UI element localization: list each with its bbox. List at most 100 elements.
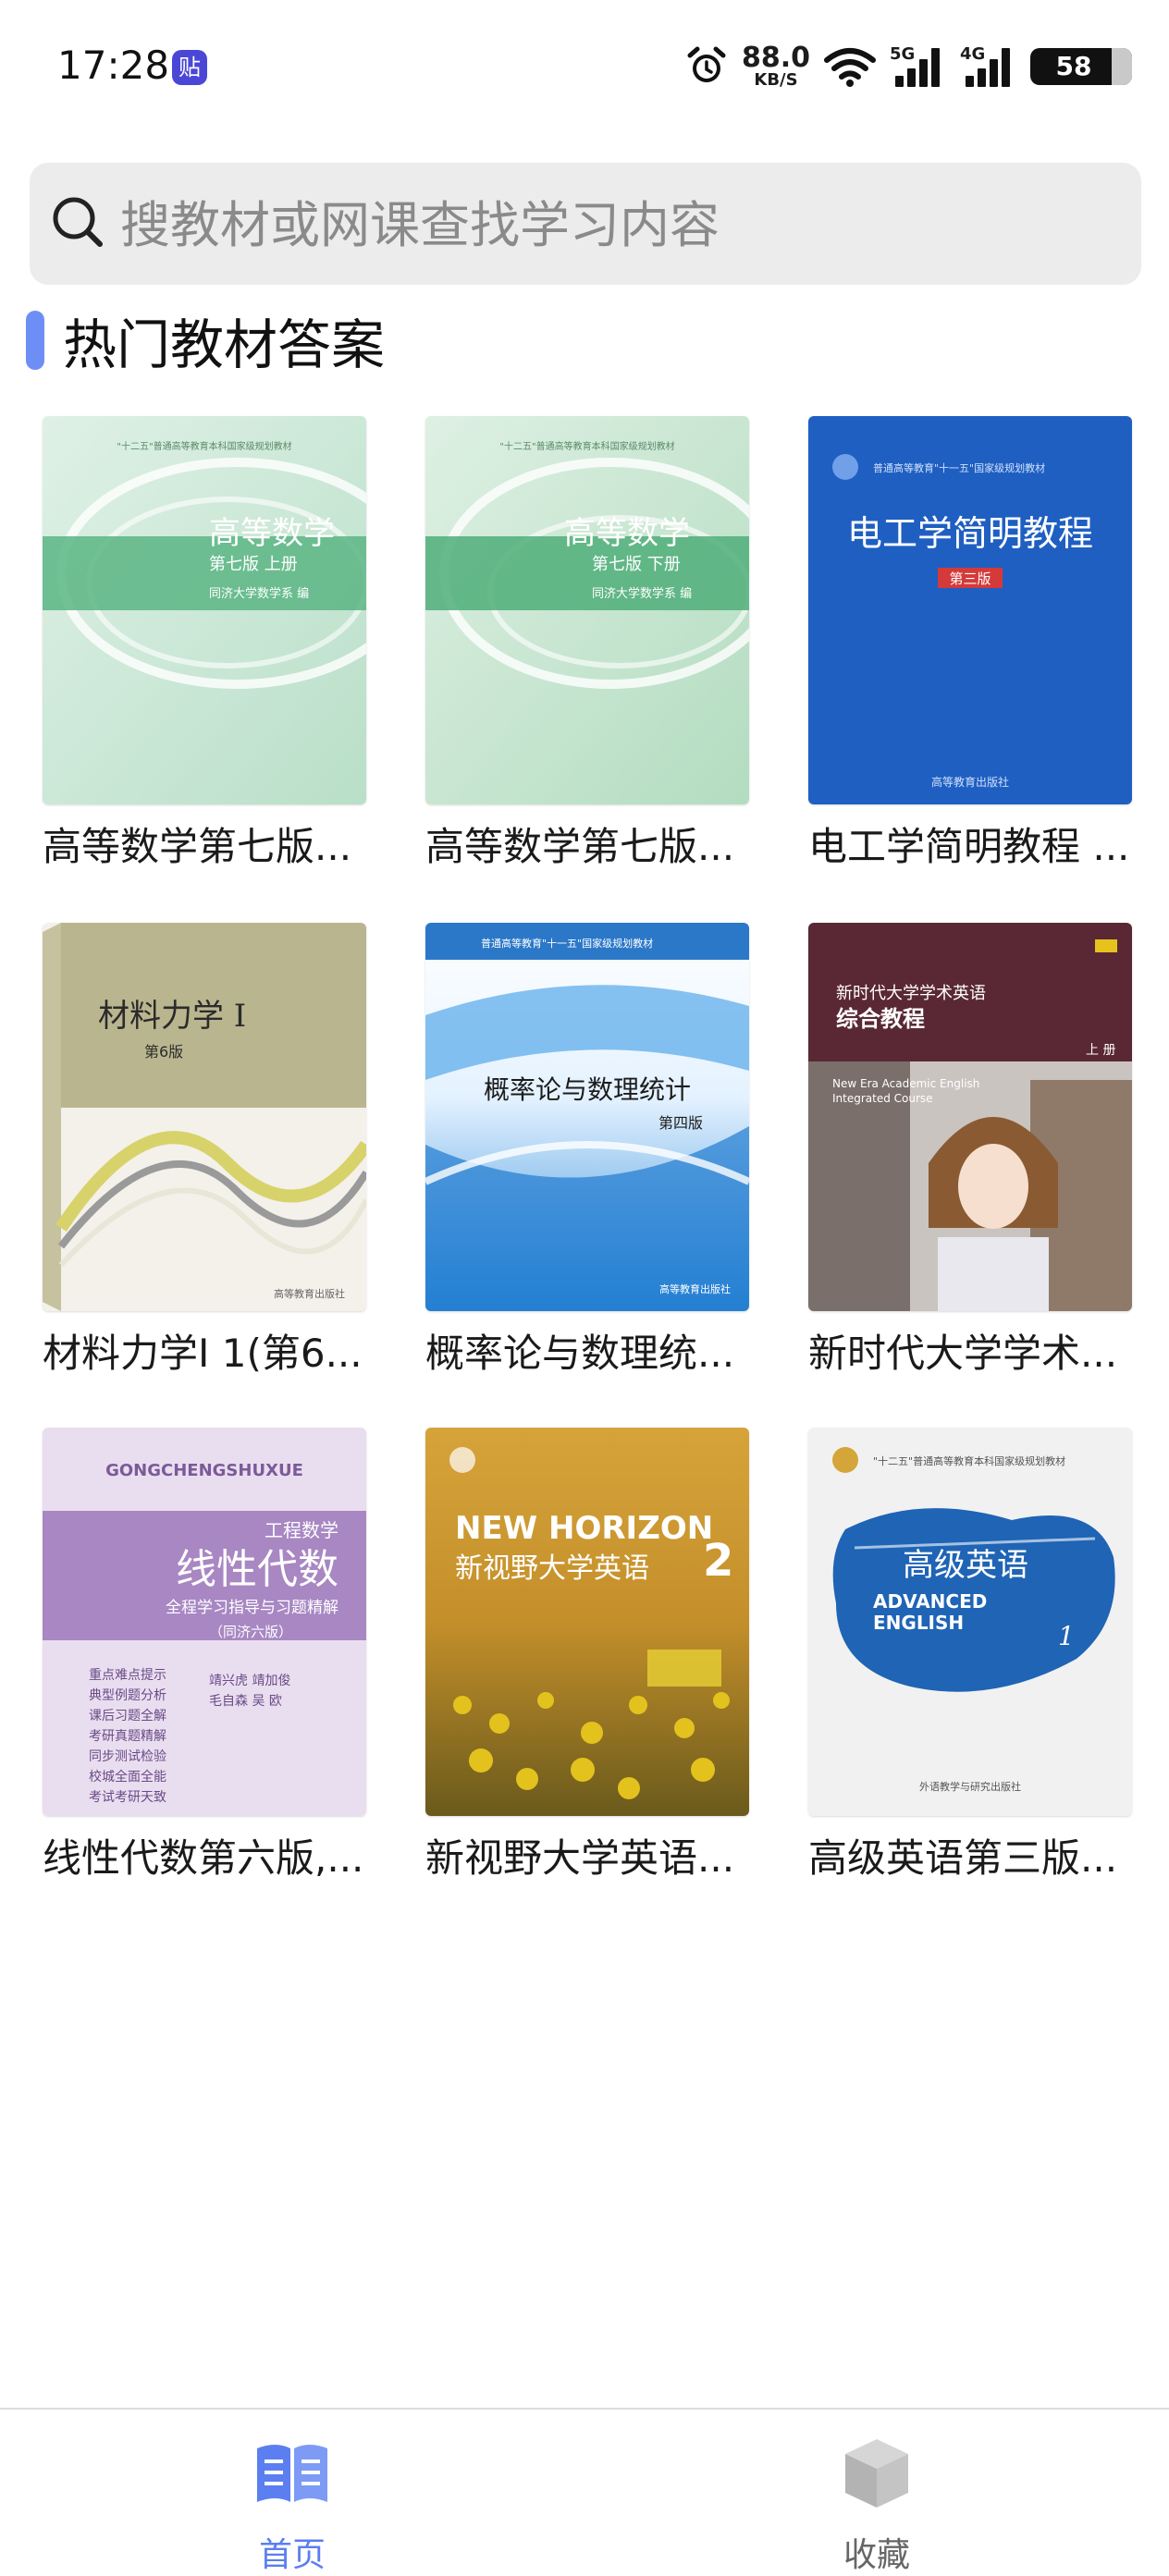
status-icons: 88.0 KB/S 5G 4G 58 xyxy=(684,41,1132,92)
search-icon xyxy=(53,197,103,247)
book-cover: 新时代大学学术英语 综合教程 上 册 New Era Academic Engl… xyxy=(808,923,1132,1311)
book-card[interactable]: "十二五"普通高等教育本科国家级规划教材 高等数学 第七版 上册 同济大学数学系… xyxy=(43,416,366,872)
signal-5g-label: 5G xyxy=(890,44,916,64)
book-title: 新时代大学学术... xyxy=(808,1331,1118,1376)
book-title: 新视野大学英语... xyxy=(425,1835,735,1881)
book-card[interactable]: 新时代大学学术英语 综合教程 上 册 New Era Academic Engl… xyxy=(808,923,1132,1379)
network-speed: 88.0 KB/S xyxy=(742,44,810,89)
network-speed-value: 88.0 xyxy=(741,42,810,74)
book-cover: NEW HORIZON 新视野大学英语 2 xyxy=(425,1428,749,1816)
book-cover: 材料力学 I 第6版 高等教育出版社 xyxy=(43,923,366,1311)
svg-text:高等教育出版社: 高等教育出版社 xyxy=(931,775,1009,789)
svg-text:"十二五"普通高等教育本科国家级规划教材: "十二五"普通高等教育本科国家级规划教材 xyxy=(117,440,291,452)
cover-english-title: NEW HORIZON xyxy=(455,1510,713,1547)
cover-author: 同济大学数学系 编 xyxy=(209,586,309,601)
cover-title: 电工学简明教程 xyxy=(847,513,1093,554)
cover-edition: 第七版 下册 xyxy=(592,555,681,574)
svg-text:课后习题全解: 课后习题全解 xyxy=(89,1708,166,1723)
book-cover: 普通高等教育"十一五"国家级规划教材 电工学简明教程 第三版 高等教育出版社 xyxy=(808,416,1132,804)
signal-4g-icon: 4G xyxy=(960,44,1017,89)
notification-badge-icon: 贴 xyxy=(172,50,207,85)
book-card[interactable]: 普通高等教育"十一五"国家级规划教材 概率论与数理统计 第四版 高等教育出版社 … xyxy=(425,923,749,1379)
cover-volume: 1 xyxy=(1058,1621,1075,1651)
cover-title: 材料力学 I xyxy=(98,998,246,1035)
cover-title: 概率论与数理统计 xyxy=(484,1074,691,1105)
svg-text:高等教育出版社: 高等教育出版社 xyxy=(274,1287,345,1300)
book-title: 高等数学第七版... xyxy=(43,824,352,869)
book-title: 高等数学第七版... xyxy=(425,824,735,869)
cover-author: 同济大学数学系 编 xyxy=(592,586,692,601)
cover-series: 工程数学 xyxy=(265,1519,338,1541)
cover-english-subtitle: Integrated Course xyxy=(832,1092,933,1105)
book-title: 概率论与数理统... xyxy=(425,1331,735,1376)
svg-text:普通高等教育"十一五"国家级规划教材: 普通高等教育"十一五"国家级规划教材 xyxy=(481,937,653,950)
book-cover: 普通高等教育"十一五"国家级规划教材 概率论与数理统计 第四版 高等教育出版社 xyxy=(425,923,749,1311)
cover-edition: 第6版 xyxy=(144,1043,183,1061)
book-card[interactable]: "十二五"普通高等教育本科国家级规划教材 高等数学 第七版 下册 同济大学数学系… xyxy=(425,416,749,872)
cover-title: 新时代大学学术英语 xyxy=(836,984,986,1003)
svg-text:"十二五"普通高等教育本科国家级规划教材: "十二五"普通高等教育本科国家级规划教材 xyxy=(499,440,674,452)
cover-english-subtitle: ENGLISH xyxy=(873,1612,964,1634)
cover-edition: 第四版 xyxy=(658,1114,703,1132)
box-icon xyxy=(845,2439,908,2508)
battery-icon: 58 xyxy=(1030,48,1132,85)
book-cover: "十二五"普通高等教育本科国家级规划教材 高等数学 第七版 上册 同济大学数学系… xyxy=(43,416,366,804)
book-card[interactable]: 普通高等教育"十一五"国家级规划教材 电工学简明教程 第三版 高等教育出版社 电… xyxy=(808,416,1132,872)
signal-5g-icon: 5G xyxy=(890,44,947,89)
status-time: 17:28 xyxy=(57,43,170,88)
cover-pinyin: GONGCHENGSHUXUE xyxy=(105,1461,303,1480)
book-card[interactable]: NEW HORIZON 新视野大学英语 2 新视野大学英语... xyxy=(425,1428,749,1883)
book-card[interactable]: GONGCHENGSHUXUE 工程数学 线性代数 全程学习指导与习题精解 （同… xyxy=(43,1428,366,1883)
cover-edition: （同济六版） xyxy=(209,1624,292,1640)
svg-text:典型例题分析: 典型例题分析 xyxy=(89,1688,166,1703)
svg-text:外语教学与研究出版社: 外语教学与研究出版社 xyxy=(919,1780,1021,1793)
book-title: 线性代数第六版,... xyxy=(43,1835,364,1881)
book-cover: "十二五"普通高等教育本科国家级规划教材 高等数学 第七版 下册 同济大学数学系… xyxy=(425,416,749,804)
section-title: 热门教材答案 xyxy=(63,313,386,376)
nav-favorites-label: 收藏 xyxy=(843,2536,910,2574)
cover-title: 线性代数 xyxy=(176,1546,338,1593)
battery-level: 58 xyxy=(1055,51,1092,81)
signal-4g-label: 4G xyxy=(960,44,986,64)
cover-title: 新视野大学英语 xyxy=(455,1552,649,1585)
book-title: 电工学简明教程 ... xyxy=(808,824,1130,869)
search-bar[interactable] xyxy=(30,163,1141,287)
svg-text:同步测试检验: 同步测试检验 xyxy=(89,1749,166,1764)
cover-title: 高等数学 xyxy=(209,515,335,552)
section-accent-bar xyxy=(26,311,44,370)
alarm-icon xyxy=(687,46,726,82)
network-speed-unit: KB/S xyxy=(754,70,798,90)
cover-title: 高级英语 xyxy=(903,1547,1028,1584)
book-title: 材料力学I 1(第6... xyxy=(43,1331,363,1376)
search-input[interactable] xyxy=(118,163,1121,287)
book-title: 高级英语第三版... xyxy=(808,1835,1118,1881)
cover-volume: 2 xyxy=(703,1535,733,1587)
svg-text:靖兴虎 靖加俊: 靖兴虎 靖加俊 xyxy=(209,1674,290,1688)
svg-text:校城全面全能: 校城全面全能 xyxy=(89,1769,166,1785)
svg-text:考研真题精解: 考研真题精解 xyxy=(89,1729,166,1744)
cover-edition: 第七版 上册 xyxy=(209,555,298,574)
nav-home-label: 首页 xyxy=(258,2536,326,2574)
book-cover: "十二五"普通高等教育本科国家级规划教材 高级英语 ADVANCED ENGLI… xyxy=(808,1428,1132,1816)
svg-text:考试考研天致: 考试考研天致 xyxy=(89,1790,166,1805)
book-card[interactable]: "十二五"普通高等教育本科国家级规划教材 高级英语 ADVANCED ENGLI… xyxy=(808,1428,1132,1883)
svg-text:毛自森 吴 欧: 毛自森 吴 欧 xyxy=(209,1694,282,1709)
cover-title: 高等数学 xyxy=(564,515,690,552)
book-card[interactable]: 材料力学 I 第6版 高等教育出版社 材料力学I 1(第6... xyxy=(43,923,366,1379)
cover-english-title: ADVANCED xyxy=(873,1590,987,1613)
nav-home[interactable]: 首页 xyxy=(200,2428,385,2574)
cover-subtitle: 综合教程 xyxy=(836,1006,925,1032)
status-bar: 17:28 贴 88.0 KB/S 5G 4G 58 xyxy=(0,0,1169,139)
svg-text:"十二五"普通高等教育本科国家级规划教材: "十二五"普通高等教育本科国家级规划教材 xyxy=(873,1454,1065,1467)
wifi-icon xyxy=(824,48,876,87)
cover-publisher: 高等教育出版社 xyxy=(659,1282,731,1295)
cover-edition: 第三版 xyxy=(949,570,991,587)
svg-text:重点难点提示: 重点难点提示 xyxy=(89,1668,166,1683)
cover-subtitle: 全程学习指导与习题精解 xyxy=(166,1599,338,1617)
book-cover: GONGCHENGSHUXUE 工程数学 线性代数 全程学习指导与习题精解 （同… xyxy=(43,1428,366,1816)
cover-english-title: New Era Academic English xyxy=(832,1077,979,1090)
bottom-nav: 首页 收藏 xyxy=(0,2408,1169,2574)
nav-favorites[interactable]: 收藏 xyxy=(784,2428,969,2574)
cover-volume: 上 册 xyxy=(1086,1043,1115,1058)
book-open-icon xyxy=(257,2445,327,2502)
